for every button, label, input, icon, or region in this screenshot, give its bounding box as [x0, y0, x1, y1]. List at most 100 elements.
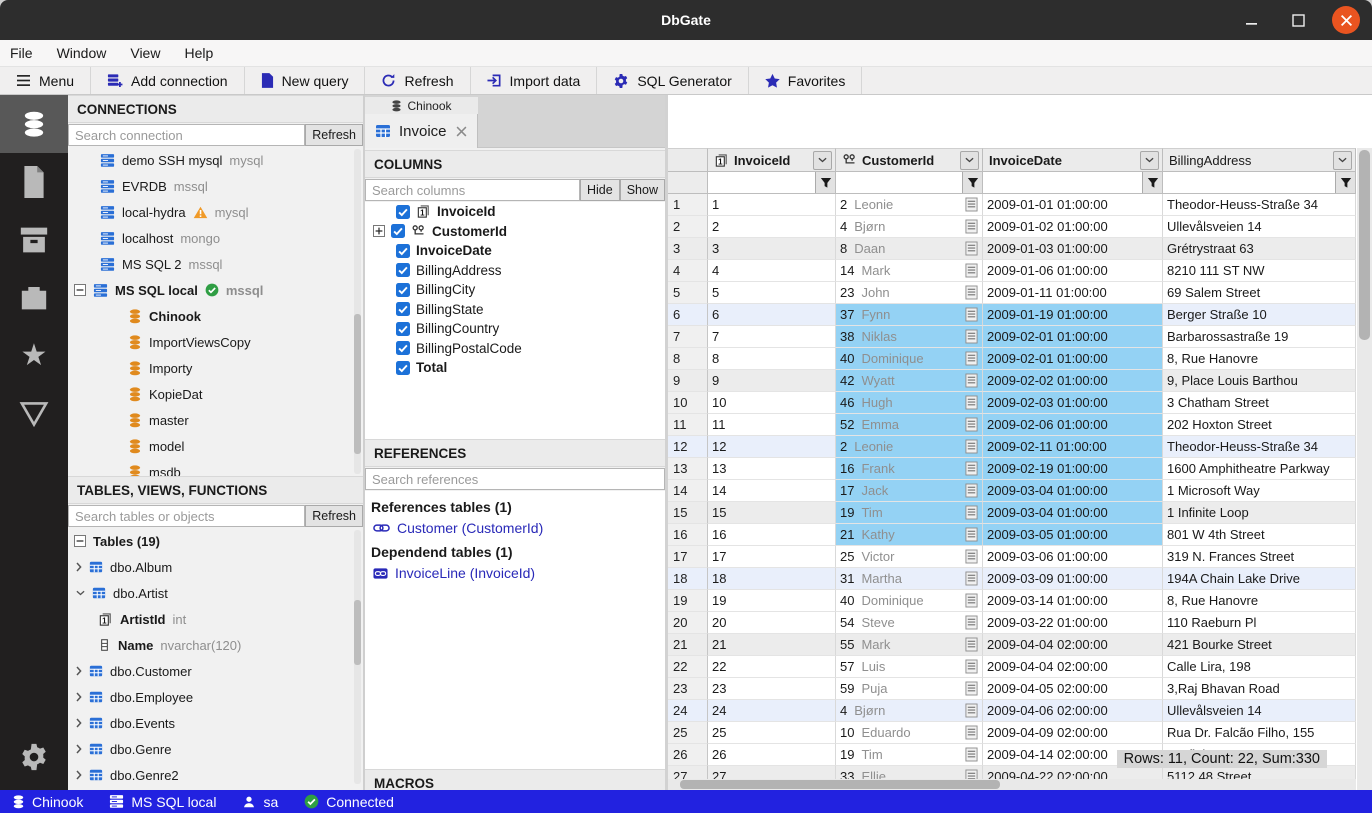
column-checkbox-item[interactable]: Total	[365, 358, 665, 378]
rail-item-filters[interactable]	[0, 385, 68, 443]
row-number-cell[interactable]: 2	[668, 216, 708, 238]
column-menu-chevron-icon[interactable]	[960, 151, 979, 170]
cell-customer-id[interactable]: 31Martha	[836, 568, 983, 590]
grid-header-BillingAddress[interactable]: BillingAddress	[1163, 148, 1356, 172]
database-item[interactable]: model	[68, 433, 363, 459]
row-number-cell[interactable]: 22	[668, 656, 708, 678]
cell-invoice-id[interactable]: 21	[708, 634, 836, 656]
table-item[interactable]: dbo.Employee	[68, 684, 363, 710]
rail-item-connections[interactable]	[0, 95, 68, 153]
table-item[interactable]: dbo.Events	[68, 710, 363, 736]
grid-header-InvoiceDate[interactable]: InvoiceDate	[983, 148, 1163, 172]
database-item[interactable]: Importy	[68, 355, 363, 381]
cell-invoice-id[interactable]: 10	[708, 392, 836, 414]
filter-input-InvoiceDate[interactable]	[983, 172, 1142, 193]
cell-customer-id[interactable]: 16Frank	[836, 458, 983, 480]
cell-invoice-id[interactable]: 12	[708, 436, 836, 458]
row-number-cell[interactable]: 25	[668, 722, 708, 744]
open-reference-icon[interactable]	[965, 747, 978, 762]
row-number-cell[interactable]: 23	[668, 678, 708, 700]
column-checkbox-item[interactable]: BillingCountry	[365, 319, 665, 339]
cell-invoice-id[interactable]: 23	[708, 678, 836, 700]
tables-refresh-button[interactable]: Refresh	[305, 505, 363, 527]
cell-invoice-id[interactable]: 11	[708, 414, 836, 436]
open-reference-icon[interactable]	[965, 593, 978, 608]
cell-customer-id[interactable]: 14Mark	[836, 260, 983, 282]
row-number-cell[interactable]: 6	[668, 304, 708, 326]
cell-invoice-id[interactable]: 24	[708, 700, 836, 722]
cell-billing-address[interactable]: 110 Raeburn Pl	[1163, 612, 1356, 634]
cell-invoice-date[interactable]: 2009-02-01 01:00:00	[983, 348, 1163, 370]
open-reference-icon[interactable]	[965, 395, 978, 410]
open-reference-icon[interactable]	[965, 703, 978, 718]
toolbar-button-favorites[interactable]: Favorites	[749, 67, 863, 94]
row-number-cell[interactable]: 3	[668, 238, 708, 260]
menu-file[interactable]: File	[10, 45, 33, 61]
database-item[interactable]: Chinook	[68, 303, 363, 329]
rail-item-files[interactable]	[0, 153, 68, 211]
cell-invoice-id[interactable]: 22	[708, 656, 836, 678]
connection-item[interactable]: MS SQL localmssql	[68, 277, 363, 303]
column-item[interactable]: Namenvarchar(120)	[68, 632, 363, 658]
rail-item-favorites[interactable]: ★	[0, 327, 68, 385]
cell-customer-id[interactable]: 19Tim	[836, 502, 983, 524]
cell-invoice-date[interactable]: 2009-03-04 01:00:00	[983, 480, 1163, 502]
cell-billing-address[interactable]: Theodor-Heuss-Straße 34	[1163, 194, 1356, 216]
cell-customer-id[interactable]: 40Dominique	[836, 348, 983, 370]
cell-invoice-date[interactable]: 2009-04-09 02:00:00	[983, 722, 1163, 744]
grid-vertical-scrollbar[interactable]	[1357, 148, 1372, 790]
cell-invoice-date[interactable]: 2009-02-06 01:00:00	[983, 414, 1163, 436]
chevron-right-icon[interactable]	[76, 692, 82, 702]
checkbox-checked-icon[interactable]	[396, 322, 410, 336]
cell-invoice-date[interactable]: 2009-03-22 01:00:00	[983, 612, 1163, 634]
chevron-right-icon[interactable]	[76, 562, 82, 572]
table-item[interactable]: dbo.Artist	[68, 580, 363, 606]
cell-customer-id[interactable]: 38Niklas	[836, 326, 983, 348]
tables-scrollbar[interactable]	[354, 530, 361, 784]
cell-billing-address[interactable]: 69 Salem Street	[1163, 282, 1356, 304]
cell-invoice-id[interactable]: 7	[708, 326, 836, 348]
open-reference-icon[interactable]	[965, 659, 978, 674]
open-reference-icon[interactable]	[965, 725, 978, 740]
cell-billing-address[interactable]: 801 W 4th Street	[1163, 524, 1356, 546]
collapse-expander-icon[interactable]	[74, 535, 86, 547]
maximize-button[interactable]	[1286, 8, 1310, 32]
minimize-button[interactable]	[1240, 8, 1264, 32]
row-number-cell[interactable]: 13	[668, 458, 708, 480]
cell-customer-id[interactable]: 42Wyatt	[836, 370, 983, 392]
cell-invoice-date[interactable]: 2009-04-05 02:00:00	[983, 678, 1163, 700]
cell-billing-address[interactable]: 8, Rue Hanovre	[1163, 348, 1356, 370]
cell-billing-address[interactable]: Grétrystraat 63	[1163, 238, 1356, 260]
open-reference-icon[interactable]	[965, 307, 978, 322]
chevron-right-icon[interactable]	[76, 666, 82, 676]
open-reference-icon[interactable]	[965, 329, 978, 344]
chevron-right-icon[interactable]	[76, 744, 82, 754]
row-number-cell[interactable]: 10	[668, 392, 708, 414]
cell-customer-id[interactable]: 37Fynn	[836, 304, 983, 326]
cell-invoice-id[interactable]: 26	[708, 744, 836, 766]
toolbar-button-new-query[interactable]: New query	[245, 67, 366, 94]
filter-funnel-icon[interactable]	[815, 172, 835, 193]
cell-billing-address[interactable]: Ullevålsveien 14	[1163, 216, 1356, 238]
close-tab-icon[interactable]	[456, 126, 467, 137]
row-number-cell[interactable]: 20	[668, 612, 708, 634]
cell-customer-id[interactable]: 46Hugh	[836, 392, 983, 414]
checkbox-checked-icon[interactable]	[396, 283, 410, 297]
table-item[interactable]: dbo.Customer	[68, 658, 363, 684]
cell-invoice-date[interactable]: 2009-03-09 01:00:00	[983, 568, 1163, 590]
toolbar-button-sql-generator[interactable]: SQL Generator	[597, 67, 748, 94]
cell-customer-id[interactable]: 55Mark	[836, 634, 983, 656]
connection-item[interactable]: MS SQL 2mssql	[68, 251, 363, 277]
close-button[interactable]	[1332, 6, 1360, 34]
database-item[interactable]: master	[68, 407, 363, 433]
cell-invoice-date[interactable]: 2009-04-04 02:00:00	[983, 634, 1163, 656]
cell-invoice-date[interactable]: 2009-03-06 01:00:00	[983, 546, 1163, 568]
cell-invoice-date[interactable]: 2009-01-06 01:00:00	[983, 260, 1163, 282]
column-checkbox-item[interactable]: BillingCity	[365, 280, 665, 300]
row-number-cell[interactable]: 9	[668, 370, 708, 392]
connections-scrollbar[interactable]	[354, 149, 361, 474]
open-reference-icon[interactable]	[965, 549, 978, 564]
collapse-expander-icon[interactable]	[74, 284, 86, 296]
cell-billing-address[interactable]: Ullevålsveien 14	[1163, 700, 1356, 722]
open-reference-icon[interactable]	[965, 681, 978, 696]
